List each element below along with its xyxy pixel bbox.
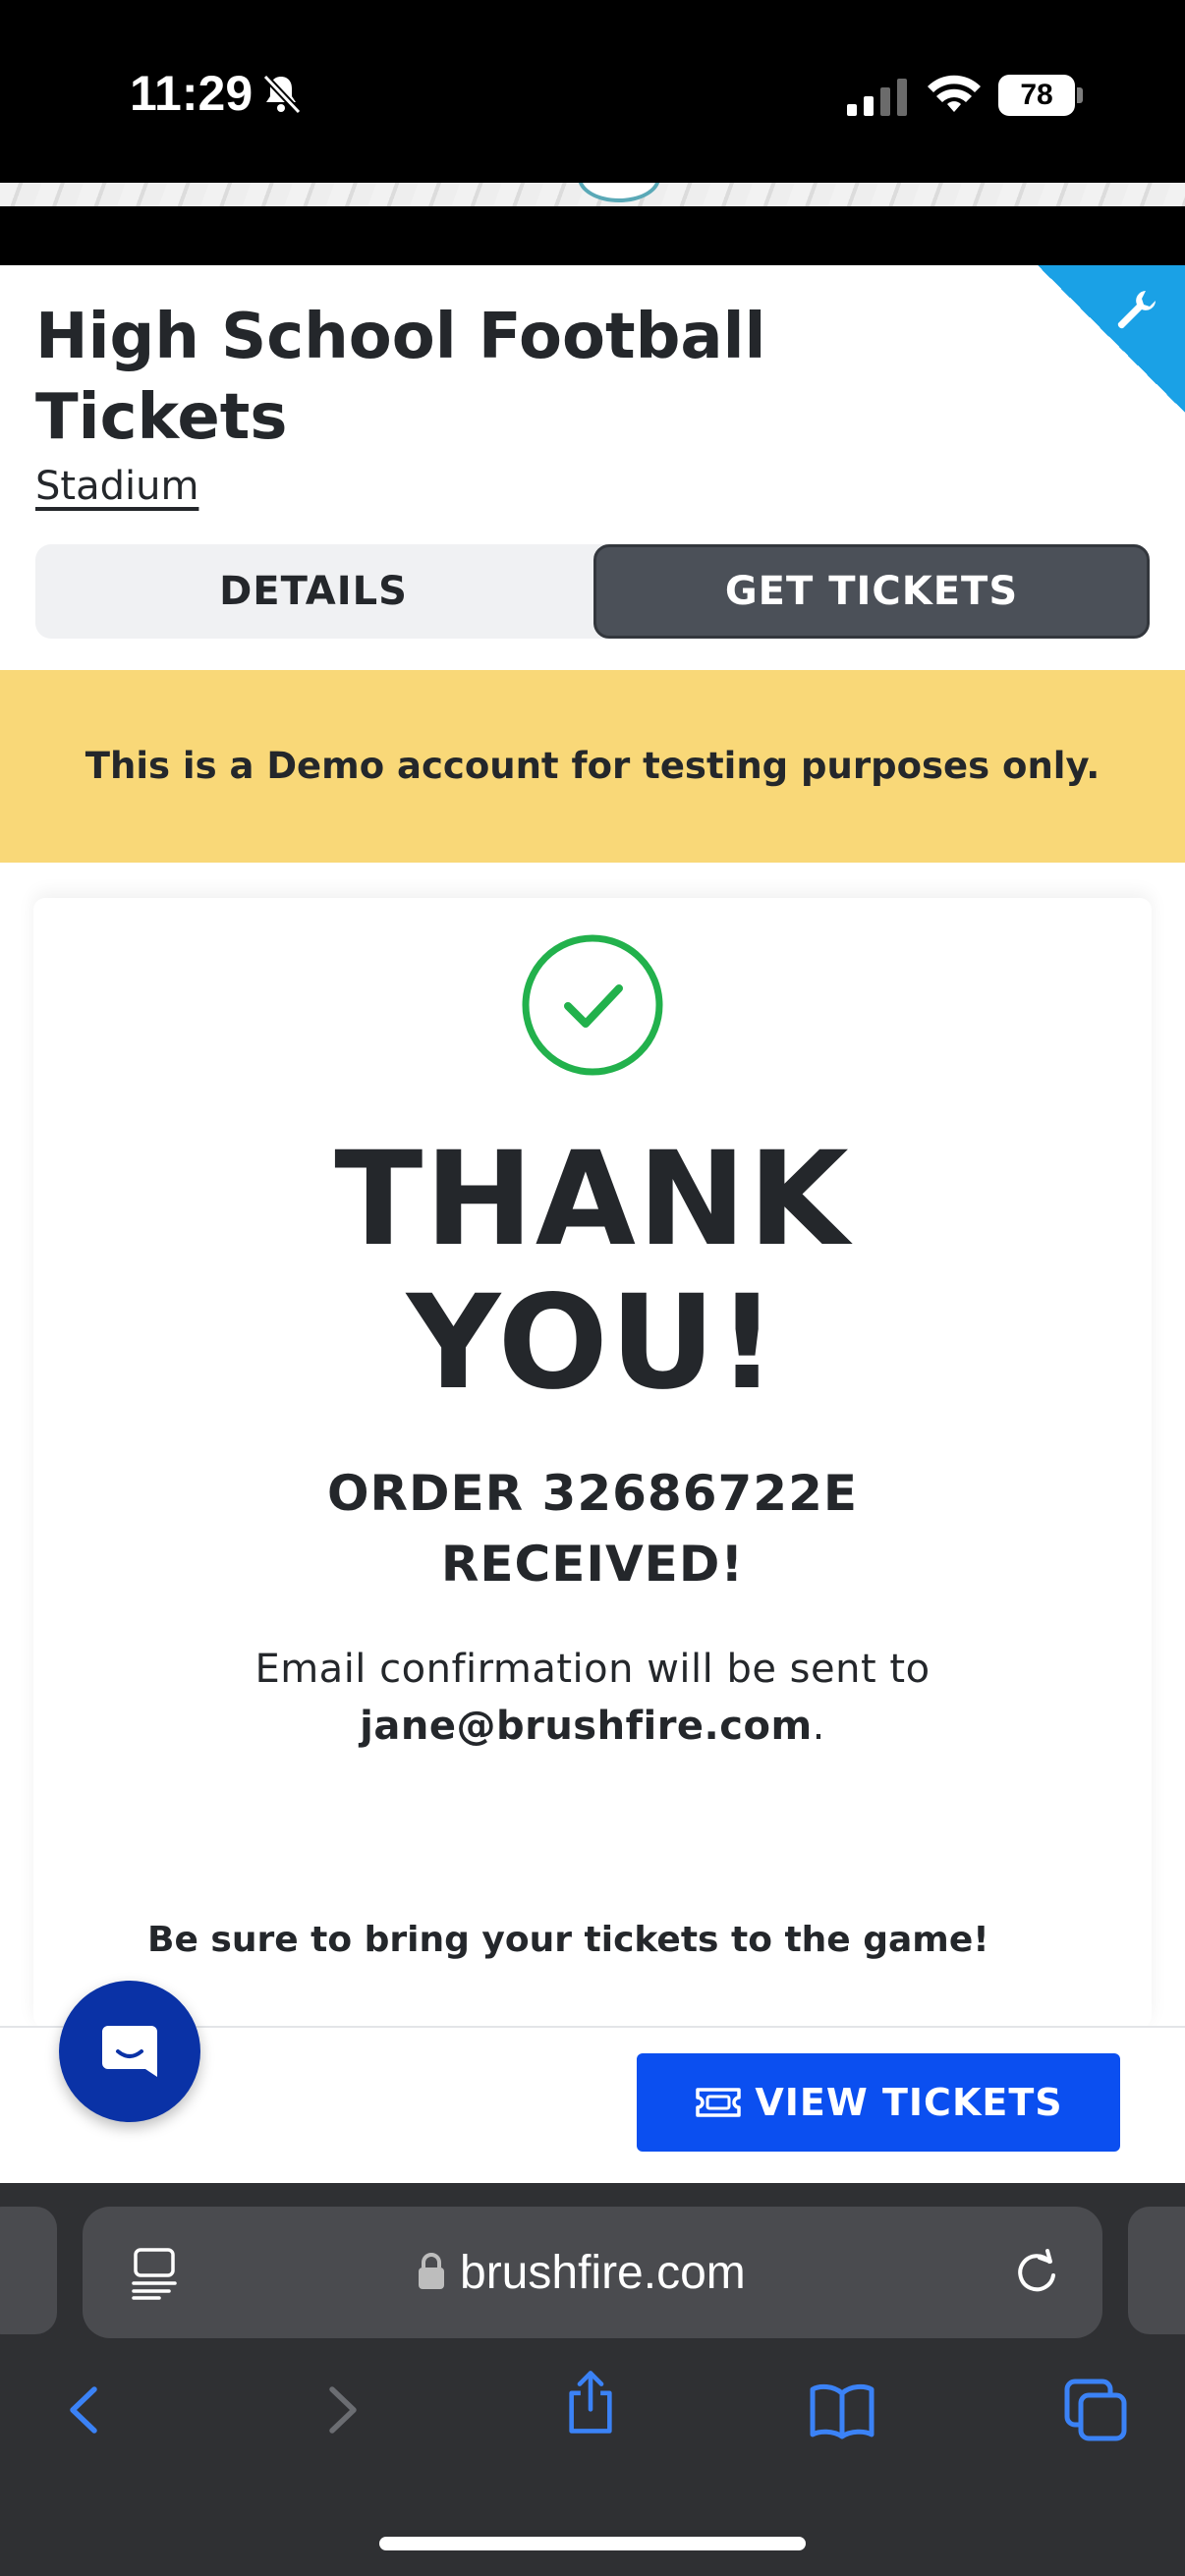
chat-launcher-button[interactable]: [59, 1981, 200, 2122]
thank-you-headline: THANK YOU!: [334, 1124, 851, 1419]
signal-icon: [847, 79, 907, 116]
event-banner-image: [0, 183, 1185, 206]
lock-icon: [419, 2253, 444, 2289]
wifi-icon: [928, 75, 981, 112]
url-text[interactable]: brushfire.com: [460, 2244, 746, 2303]
email-suffix: .: [812, 1704, 825, 1749]
admin-corner[interactable]: [1038, 265, 1185, 413]
banner-bottom-bar: [0, 206, 1185, 265]
status-bar: 11:29 78: [0, 0, 1185, 183]
status-time: 11:29: [130, 66, 254, 121]
back-icon[interactable]: [51, 2376, 120, 2444]
view-tickets-label: VIEW TICKETS: [755, 2081, 1063, 2124]
demo-notice: This is a Demo account for testing purpo…: [0, 670, 1185, 863]
email-confirmation: Email confirmation will be sent to jane@…: [0, 1641, 1185, 1755]
email-prefix: Email confirmation will be sent to: [254, 1647, 931, 1692]
event-title: High School Football Tickets: [35, 301, 766, 454]
check-circle-icon: [522, 934, 663, 1076]
venue-link[interactable]: Stadium: [35, 464, 198, 509]
tab-details[interactable]: DETAILS: [35, 544, 592, 639]
chat-icon: [102, 2026, 157, 2077]
page-menu-icon[interactable]: [130, 2246, 179, 2301]
tab-get-tickets[interactable]: GET TICKETS: [593, 544, 1150, 639]
event-tabs: DETAILS GET TICKETS: [35, 544, 1150, 639]
reload-icon[interactable]: [1012, 2248, 1061, 2297]
bring-tickets-reminder: Be sure to bring your tickets to the gam…: [147, 1920, 989, 1960]
order-received: ORDER 32686722E RECEIVED!: [326, 1465, 859, 1593]
home-indicator[interactable]: [379, 2537, 806, 2550]
tabs-overview-icon[interactable]: [1061, 2376, 1130, 2444]
bell-slash-icon: [262, 74, 302, 115]
demo-notice-text: This is a Demo account for testing purpo…: [85, 745, 1100, 787]
wrench-icon[interactable]: [1112, 287, 1159, 334]
battery-icon: 78: [998, 75, 1083, 116]
ticket-icon: [696, 2088, 742, 2117]
forward-icon[interactable]: [307, 2376, 375, 2444]
battery-level: 78: [998, 75, 1075, 116]
email-address: jane@brushfire.com: [360, 1704, 813, 1749]
bookmarks-icon[interactable]: [808, 2376, 876, 2444]
previous-tab-preview[interactable]: [0, 2207, 57, 2334]
view-tickets-button[interactable]: VIEW TICKETS: [637, 2053, 1120, 2152]
next-tab-preview[interactable]: [1128, 2207, 1185, 2334]
share-icon[interactable]: [556, 2368, 625, 2436]
banner-logo: [578, 183, 660, 202]
